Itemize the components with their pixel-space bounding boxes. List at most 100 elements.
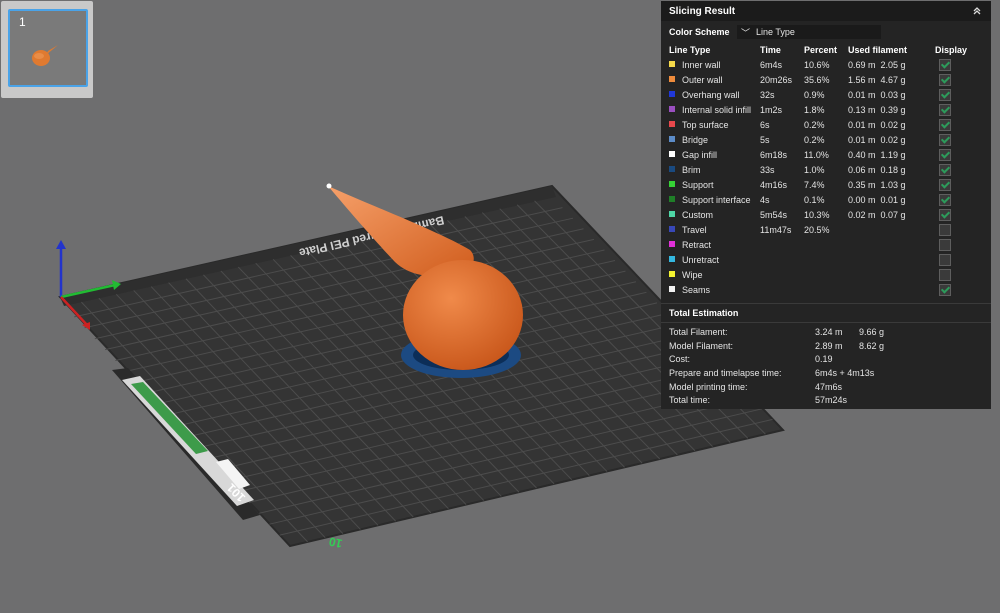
estimation-value: 3.24 m	[815, 326, 843, 337]
line-type-cell: Travel	[669, 222, 760, 237]
time-cell: 6m4s	[760, 59, 783, 70]
chevron-down-icon: ﹀	[741, 27, 751, 38]
percent-cell	[804, 282, 848, 297]
estimation-list: Total Filament: 3.24 m 9.66 g Model Filamen…	[661, 323, 991, 407]
filament-weight: 0.02 g	[880, 134, 906, 145]
estimation-label: Total time:	[669, 395, 711, 406]
color-swatch	[669, 121, 675, 128]
percent-cell: 0.2%	[804, 134, 825, 145]
used-filament-cell: 0.69 m 2.05 g	[848, 57, 935, 72]
display-cell	[935, 282, 987, 297]
used-filament-cell: 0.01 m 0.03 g	[848, 87, 935, 102]
color-swatch	[669, 106, 675, 113]
display-checkbox[interactable]	[939, 103, 951, 116]
line-type-cell: Retract	[669, 237, 760, 252]
display-cell	[935, 147, 987, 162]
display-checkbox[interactable]	[939, 88, 951, 101]
display-cell	[935, 117, 987, 132]
display-cell	[935, 87, 987, 102]
color-swatch	[669, 151, 675, 158]
display-checkbox[interactable]	[939, 58, 951, 71]
color-scheme-row: Color Scheme ﹀ Line Type	[661, 21, 991, 43]
line-type-cell: Bridge	[669, 132, 760, 147]
slicing-result-panel: Slicing Result Color Scheme ﹀ Line Type …	[661, 1, 991, 409]
percent-cell	[804, 237, 848, 252]
plate-thumbnail-panel: 1	[1, 1, 93, 98]
filament-length: 0.02 m	[848, 209, 876, 220]
filament-weight: 1.03 g	[880, 179, 906, 190]
estimation-value: 2.89 m	[815, 340, 843, 351]
line-type-name: Wipe	[682, 269, 703, 280]
filament-weight: 1.19 g	[880, 149, 906, 160]
display-checkbox[interactable]	[939, 223, 951, 236]
color-swatch	[669, 181, 675, 188]
display-checkbox[interactable]	[939, 118, 951, 131]
table-row: Support 4m16s 7.4% 0.35 m 1.03 g	[669, 177, 987, 192]
display-checkbox[interactable]	[939, 208, 951, 221]
line-type-cell: Outer wall	[669, 72, 760, 87]
filament-length: 0.01 m	[848, 89, 876, 100]
time-cell: 5s	[760, 134, 770, 145]
display-cell	[935, 162, 987, 177]
used-filament-cell: 0.01 m 0.02 g	[848, 117, 935, 132]
collapse-icon[interactable]	[971, 5, 983, 17]
filament-length: 0.35 m	[848, 179, 876, 190]
display-cell	[935, 177, 987, 192]
percent-cell: 1.0%	[804, 164, 825, 175]
display-checkbox[interactable]	[939, 193, 951, 206]
estimation-value: 57m24s	[815, 395, 848, 406]
display-cell	[935, 57, 987, 72]
display-checkbox[interactable]	[939, 133, 951, 146]
display-checkbox[interactable]	[939, 73, 951, 86]
display-checkbox[interactable]	[939, 178, 951, 191]
table-row: Bridge 5s 0.2% 0.01 m 0.02 g	[669, 132, 987, 147]
line-type-name: Top surface	[682, 119, 729, 130]
percent-cell: 7.4%	[804, 179, 825, 190]
time-cell: 11m47s	[760, 224, 792, 235]
color-swatch	[669, 286, 675, 293]
filament-length: 0.13 m	[848, 104, 876, 115]
filament-weight: 4.67 g	[880, 74, 906, 85]
line-type-cell: Internal solid infill	[669, 102, 760, 117]
color-scheme-label: Color Scheme	[669, 27, 730, 37]
display-checkbox[interactable]	[939, 253, 951, 266]
used-filament-cell: 0.06 m 0.18 g	[848, 162, 935, 177]
filament-weight: 0.18 g	[880, 164, 906, 175]
display-checkbox[interactable]	[939, 268, 951, 281]
estimation-value: 47m6s	[815, 381, 843, 392]
display-checkbox[interactable]	[939, 283, 951, 296]
table-row: Retract	[669, 237, 987, 252]
time-cell: 1m2s	[760, 104, 783, 115]
line-type-name: Inner wall	[682, 59, 721, 70]
color-swatch	[669, 211, 675, 218]
filament-weight: 0.07 g	[880, 209, 906, 220]
display-checkbox[interactable]	[939, 148, 951, 161]
time-cell: 20m26s	[760, 74, 793, 85]
filament-length: 1.56 m	[848, 74, 876, 85]
table-row: Inner wall 6m4s 10.6% 0.69 m 2.05 g	[669, 57, 987, 72]
line-type-cell: Top surface	[669, 117, 760, 132]
line-type-name: Support	[682, 179, 714, 190]
color-scheme-dropdown[interactable]: ﹀ Line Type	[737, 25, 881, 39]
line-type-cell: Inner wall	[669, 57, 760, 72]
display-cell	[935, 237, 987, 252]
display-cell	[935, 207, 987, 222]
display-checkbox[interactable]	[939, 238, 951, 251]
time-cell: 4m16s	[760, 179, 788, 190]
percent-cell: 0.1%	[804, 194, 825, 205]
used-filament-cell	[848, 237, 935, 252]
estimation-label: Prepare and timelapse time:	[669, 367, 782, 378]
percent-cell: 0.2%	[804, 119, 825, 130]
display-checkbox[interactable]	[939, 163, 951, 176]
col-header-percent: Percent	[804, 45, 838, 55]
panel-title: Slicing Result	[669, 5, 736, 17]
color-swatch	[669, 136, 675, 143]
col-header-line-type: Line Type	[669, 45, 711, 55]
percent-cell	[804, 267, 848, 282]
total-estimation-header: Total Estimation	[661, 303, 991, 323]
estimation-value-2: 9.66 g	[859, 326, 885, 337]
percent-cell: 0.9%	[804, 89, 825, 100]
percent-cell: 10.3%	[804, 209, 830, 220]
line-type-cell: Unretract	[669, 252, 760, 267]
table-row: Custom 5m54s 10.3% 0.02 m 0.07 g	[669, 207, 987, 222]
